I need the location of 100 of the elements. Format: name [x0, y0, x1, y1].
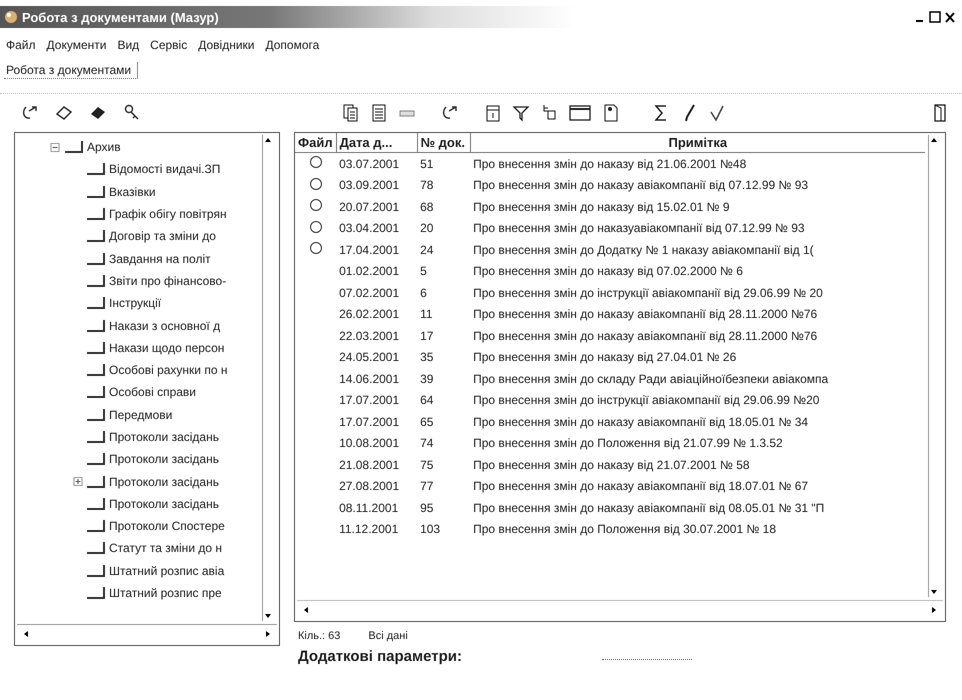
- menu-item[interactable]: Вид: [117, 38, 140, 52]
- tree-item[interactable]: Особові рахунки по н: [109, 363, 228, 378]
- close-icon[interactable]: [944, 10, 956, 24]
- tab[interactable]: Робота з документами: [4, 62, 138, 79]
- folder-icon: [87, 453, 105, 466]
- table-cell: 03.07.2001: [336, 152, 418, 174]
- page-icon[interactable]: [602, 103, 620, 123]
- documents-icon[interactable]: [342, 103, 360, 123]
- check-mark-icon[interactable]: [708, 103, 726, 123]
- folder-icon: [87, 230, 105, 242]
- table-cell-text: 75: [419, 456, 434, 474]
- tree-item[interactable]: Протоколи засідань: [109, 496, 219, 511]
- tree-item[interactable]: Протоколи Спостере: [109, 519, 225, 534]
- tree-item[interactable]: Інструкції: [109, 296, 162, 310]
- table-cell-text: Про внесення змін до Додатку № 1 наказу авіакомпанії від 1(: [472, 242, 815, 259]
- menu-item[interactable]: Сервіс: [150, 38, 188, 52]
- folder-icon: [87, 431, 105, 443]
- folder-icon: [87, 252, 105, 265]
- tree-item[interactable]: Особові справи: [109, 385, 196, 400]
- folder-icon: [87, 564, 105, 577]
- table-cell-text: 01.02.2001: [338, 263, 400, 280]
- table-cell-text: 95: [419, 500, 434, 517]
- table-cell-text: 24.05.2001: [338, 349, 400, 366]
- table-cell-text: Про внесення змін до наказу авіакомпанії від 08.05.01 № 31 "П: [472, 500, 826, 517]
- table-cell-text: Про внесення змін до інструкції авіакомпанії від 29.06.99 № 20: [472, 284, 824, 302]
- folder-icon: [87, 520, 105, 532]
- folder-icon: [87, 364, 105, 376]
- tree-item[interactable]: Статут та зміни до н: [109, 541, 222, 556]
- table-cell-text: 77: [419, 478, 434, 496]
- folder-icon: [87, 542, 105, 554]
- table-cell-text: Про внесення змін до Положення від 30.07.2001 № 18: [472, 521, 778, 538]
- maximize-icon[interactable]: [928, 10, 942, 24]
- tree-item[interactable]: Вказівки: [109, 184, 156, 199]
- table-cell-text: 20: [419, 220, 434, 238]
- tree-item[interactable]: Накази з основної д: [109, 318, 220, 333]
- table-cell-text: 17.04.2001: [338, 242, 400, 259]
- table-cell-text: Про внесення змін до Положення від 21.07.99 № 1.3.52: [472, 435, 784, 452]
- table-cell-text: 26.02.2001: [338, 306, 400, 324]
- table-cell: 51: [417, 152, 470, 174]
- table-cell-text: 14.06.2001: [338, 370, 400, 388]
- folder-icon: [87, 498, 105, 510]
- table-cell-text: 22.03.2001: [338, 328, 400, 345]
- column-header[interactable]: Файл: [295, 133, 336, 152]
- table-cell-text: 11.12.2001: [338, 521, 400, 538]
- table-cell-text: 6: [419, 284, 428, 302]
- table-cell: Про внесення змін до наказу від 21.06.2001 №48: [470, 152, 925, 174]
- tree-item[interactable]: Графік обігу повітрян: [109, 207, 227, 222]
- column-header[interactable]: Дата д...: [336, 133, 418, 152]
- table-cell-text: Про внесення змін до наказу від 15.02.01 № 9: [472, 198, 731, 216]
- table-cell-text: Про внесення змін до наказуавіакомпанії від 07.12.99 № 93: [472, 220, 806, 238]
- calendar-icon[interactable]: [484, 103, 502, 123]
- table-cell-text: 20.07.2001: [338, 198, 400, 216]
- tree-item[interactable]: Протоколи засідань: [109, 452, 219, 466]
- folder-icon: [87, 186, 105, 198]
- table-cell-text: Про внесення змін до наказу від 07.02.2000 № 6: [472, 263, 744, 280]
- tree-item[interactable]: Протоколи засідань: [109, 474, 219, 489]
- tree-item[interactable]: Архив: [87, 140, 121, 154]
- table-cell-text: 17.07.2001: [338, 414, 400, 431]
- door-icon[interactable]: [932, 103, 948, 123]
- table-cell-text: 11: [419, 306, 434, 324]
- folder-icon: [87, 386, 105, 398]
- table-cell-text: 64: [419, 392, 434, 410]
- expand-toggle[interactable]: [73, 477, 83, 486]
- column-header[interactable]: № док.: [417, 133, 470, 152]
- window-icon[interactable]: [568, 103, 592, 123]
- table-cell-text: Про внесення змін до наказу авіакомпанії від 18.05.01 № 34: [472, 414, 810, 431]
- tree-item[interactable]: Передмови: [109, 408, 172, 422]
- section-title: Додаткові параметри:: [298, 648, 462, 665]
- tree-item[interactable]: Договір та зміни до: [109, 229, 216, 244]
- column-header[interactable]: Примітка: [470, 133, 925, 152]
- tree-item[interactable]: Штатний розпис пре: [109, 586, 222, 600]
- menu-item[interactable]: Документи: [46, 38, 106, 52]
- menu-item[interactable]: Файл: [6, 38, 36, 52]
- tree-item[interactable]: Штатний розпис авіа: [109, 564, 224, 578]
- table-cell-text: 03.09.2001: [338, 177, 400, 194]
- table-cell-text: Про внесення змін до наказу авіакомпанії від 07.12.99 № 93: [472, 177, 810, 194]
- folder-icon: [87, 163, 105, 176]
- menu-item[interactable]: Довідники: [198, 38, 254, 52]
- menu-item[interactable]: Допомога: [266, 38, 320, 52]
- tree-item[interactable]: Звіти про фінансово-: [109, 274, 226, 288]
- folder-icon: [87, 208, 105, 220]
- window-title: Робота з документами (Мазур): [22, 10, 219, 24]
- table-cell-text: Про внесення змін до наказу авіакомпанії від 18.07.01 № 67: [472, 478, 810, 496]
- table-cell-text: 10.08.2001: [338, 435, 400, 452]
- document-icon[interactable]: [370, 103, 388, 123]
- folder-icon: [87, 342, 105, 354]
- table-cell-text: 35: [419, 349, 434, 366]
- table-cell-text: 08.11.2001: [338, 500, 400, 517]
- folder-icon: [65, 141, 83, 154]
- tree-item[interactable]: Накази щодо персон: [109, 340, 224, 355]
- table-cell-text: 17.07.2001: [338, 392, 400, 410]
- folder-icon: [87, 476, 105, 488]
- tree-item[interactable]: Протоколи засідань: [109, 430, 219, 444]
- tree-item[interactable]: Відомості видачі.ЗП: [109, 162, 220, 176]
- table-cell-text: 78: [419, 177, 434, 194]
- collapse-toggle[interactable]: [49, 142, 61, 152]
- table-cell-text: 103: [419, 521, 442, 538]
- folder-icon: [87, 587, 105, 600]
- table-cell-text: Про внесення змін до інструкції авіакомпанії від 29.06.99 №20: [472, 392, 820, 410]
- tree-item[interactable]: Завдання на політ: [109, 252, 211, 266]
